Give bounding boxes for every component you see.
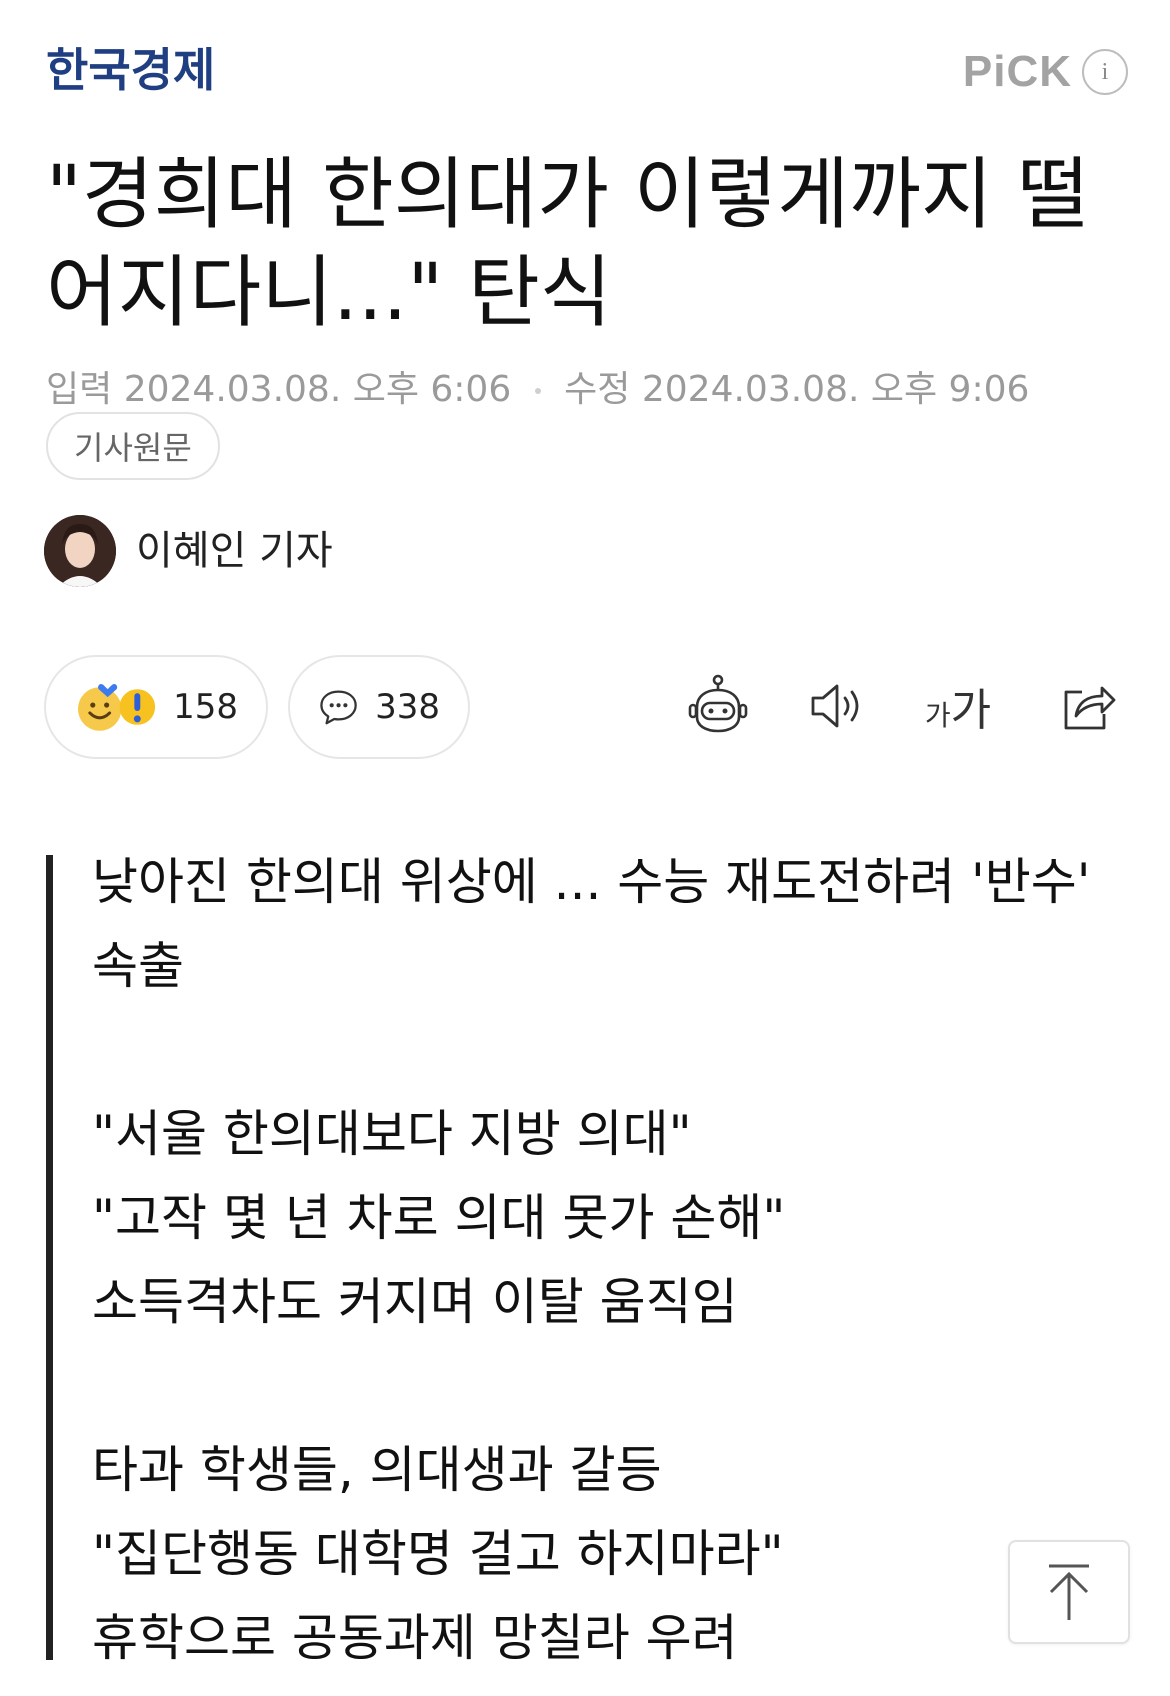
modified-label: 수정 [564, 369, 631, 410]
font-size-button[interactable]: 가가 [920, 668, 996, 744]
info-icon[interactable]: i [1082, 49, 1128, 95]
reaction-count: 158 [173, 687, 238, 727]
summary-quote-bar [46, 855, 53, 1660]
scroll-to-top-button[interactable] [1008, 1540, 1130, 1644]
summary-line: "고작 몇 년 차로 의대 못가 손해" [92, 1189, 786, 1247]
summary-spacer [92, 1008, 1112, 1092]
modified-time: 2024.03.08. 오후 9:06 [641, 369, 1030, 410]
brand-logo[interactable]: 한국경제 [46, 42, 215, 98]
reporter-avatar[interactable] [44, 515, 116, 587]
comment-button[interactable]: 338 [288, 655, 470, 759]
summary-line: 소득격차도 커지며 이탈 움직임 [92, 1273, 738, 1331]
text-to-speech-button[interactable] [800, 668, 876, 744]
summary-line: 휴학으로 공동과제 망칠라 우려 [92, 1609, 738, 1667]
summary-line: "서울 한의대보다 지방 의대" [92, 1105, 692, 1163]
published-time: 2024.03.08. 오후 6:06 [123, 369, 512, 410]
reporter-name[interactable]: 이혜인 기자 [136, 522, 333, 580]
font-size-icon: 가가 [924, 685, 992, 736]
summary-line: 타과 학생들, 의대생과 갈등 [92, 1441, 662, 1499]
comment-count: 338 [375, 687, 440, 727]
share-icon [1064, 686, 1116, 730]
summary-spacer [92, 1344, 1112, 1428]
summary-line: 낮아진 한의대 위상에 ... 수능 재도전하려 '반수' [92, 853, 1091, 911]
summary-bot-icon [688, 674, 748, 733]
article-summary: 낮아진 한의대 위상에 ... 수능 재도전하려 '반수' 속출 "서울 한의대… [92, 840, 1112, 1680]
summary-line: "집단행동 대학명 걸고 하지마라" [92, 1525, 784, 1583]
share-button[interactable] [1050, 668, 1126, 744]
avatar-portrait-icon [44, 515, 116, 587]
pick-label: PiCK [962, 47, 1072, 96]
article-dateline: 입력 2024.03.08. 오후 6:06 수정 2024.03.08. 오후… [46, 360, 1029, 412]
article-headline: "경희대 한의대가 이렇게까지 떨어지다니..." 탄식 [46, 150, 1090, 338]
dateline-separator [534, 388, 541, 394]
published-label: 입력 [46, 369, 113, 410]
summary-bot-button[interactable] [680, 668, 756, 744]
comment-icon [320, 690, 357, 725]
speaker-icon [811, 684, 859, 728]
original-article-button[interactable]: 기사원문 [46, 412, 220, 480]
reaction-emoji-icon [77, 684, 156, 731]
summary-line: 속출 [92, 937, 184, 995]
arrow-up-icon [1049, 1564, 1089, 1620]
pick-badge[interactable]: PiCK i [963, 44, 1128, 100]
reaction-button[interactable]: 158 [44, 655, 268, 759]
